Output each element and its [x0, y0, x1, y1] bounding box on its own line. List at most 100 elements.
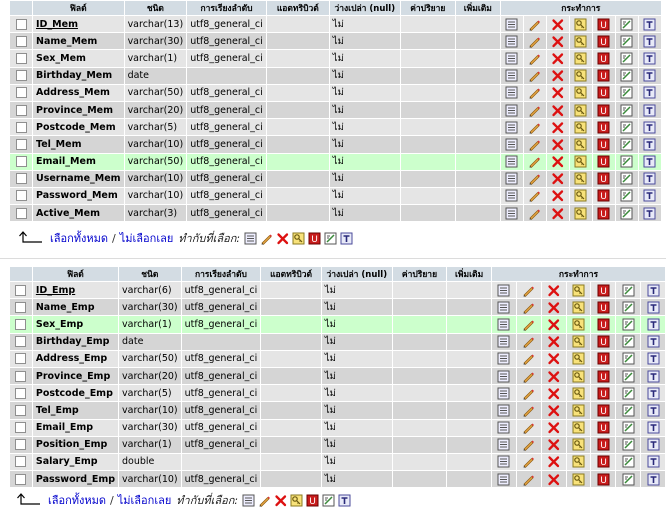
unique-icon[interactable]: U [597, 155, 610, 168]
browse-icon[interactable] [497, 421, 510, 434]
unique-icon[interactable]: U [597, 104, 610, 117]
primary-key-icon[interactable] [574, 172, 587, 185]
delete-icon[interactable] [551, 35, 564, 48]
primary-key-icon[interactable] [572, 404, 585, 417]
index-icon[interactable] [622, 473, 635, 486]
unique-icon[interactable]: U [308, 232, 321, 245]
fulltext-icon[interactable] [647, 387, 660, 400]
header-attributes[interactable]: แอตทริบิวต์ [261, 267, 321, 281]
row-checkbox[interactable] [15, 121, 27, 133]
index-icon[interactable] [620, 189, 633, 202]
fulltext-icon[interactable] [643, 172, 656, 185]
browse-icon[interactable] [242, 494, 255, 507]
row-checkbox[interactable] [15, 173, 27, 185]
primary-key-icon[interactable] [572, 455, 585, 468]
table-row[interactable]: Postcode_Emp varchar(5) utf8_general_ci ไม่… [10, 385, 665, 402]
fulltext-icon[interactable] [643, 52, 656, 65]
unique-icon[interactable]: U [597, 370, 610, 383]
row-checkbox[interactable] [15, 138, 27, 150]
table-row[interactable]: Username_Mem varchar(10) utf8_general_ci ไม… [10, 170, 661, 187]
table-row[interactable]: Tel_Emp varchar(10) utf8_general_ci ไม่ U [10, 402, 665, 419]
primary-key-icon[interactable] [572, 301, 585, 314]
header-attributes[interactable]: แอตทริบิวต์ [266, 1, 329, 15]
index-icon[interactable] [622, 421, 635, 434]
primary-key-icon[interactable] [572, 318, 585, 331]
fulltext-icon[interactable] [647, 335, 660, 348]
primary-key-icon[interactable] [574, 35, 587, 48]
primary-key-icon[interactable] [572, 421, 585, 434]
delete-icon[interactable] [551, 207, 564, 220]
edit-icon[interactable] [528, 52, 541, 65]
unique-icon[interactable]: U [597, 35, 610, 48]
delete-icon[interactable] [547, 421, 560, 434]
unique-icon[interactable]: U [597, 172, 610, 185]
browse-icon[interactable] [497, 473, 510, 486]
browse-icon[interactable] [505, 52, 518, 65]
header-collation[interactable]: การเรียงลำดับ [187, 1, 266, 15]
table-row[interactable]: Address_Mem varchar(50) utf8_general_ci ไม่… [10, 84, 661, 101]
row-checkbox[interactable] [15, 87, 27, 99]
row-checkbox[interactable] [15, 18, 27, 30]
edit-icon[interactable] [528, 207, 541, 220]
table-row[interactable]: Address_Emp varchar(50) utf8_general_ci ไม่… [10, 350, 665, 367]
unique-icon[interactable]: U [597, 421, 610, 434]
browse-icon[interactable] [505, 189, 518, 202]
fulltext-icon[interactable] [338, 494, 351, 507]
uncheck-all-link[interactable]: ไม่เลือกเลย [120, 229, 174, 247]
index-icon[interactable] [620, 155, 633, 168]
edit-icon[interactable] [528, 18, 541, 31]
edit-icon[interactable] [528, 86, 541, 100]
edit-icon[interactable] [522, 370, 535, 383]
browse-icon[interactable] [505, 69, 518, 82]
primary-key-icon[interactable] [572, 352, 585, 365]
unique-icon[interactable]: U [597, 69, 610, 82]
fulltext-icon[interactable] [643, 155, 656, 168]
row-checkbox[interactable] [15, 52, 27, 64]
index-icon[interactable] [620, 104, 633, 117]
table-row[interactable]: Email_Emp varchar(30) utf8_general_ci ไม่ U [10, 419, 665, 436]
browse-icon[interactable] [497, 455, 510, 468]
delete-icon[interactable] [547, 318, 560, 331]
delete-icon[interactable] [547, 284, 560, 297]
delete-icon[interactable] [547, 387, 560, 400]
row-checkbox[interactable] [15, 353, 27, 365]
browse-icon[interactable] [505, 121, 518, 134]
primary-key-icon[interactable] [574, 52, 587, 65]
delete-icon[interactable] [551, 52, 564, 65]
fulltext-icon[interactable] [647, 370, 660, 383]
delete-icon[interactable] [547, 404, 560, 417]
row-checkbox[interactable] [15, 156, 27, 168]
edit-icon[interactable] [522, 284, 535, 297]
unique-icon[interactable]: U [597, 473, 610, 486]
primary-key-icon[interactable] [574, 138, 587, 151]
browse-icon[interactable] [244, 232, 257, 245]
browse-icon[interactable] [505, 18, 518, 31]
index-icon[interactable] [620, 52, 633, 65]
index-icon[interactable] [622, 370, 635, 383]
primary-key-icon[interactable] [574, 155, 587, 168]
primary-key-icon[interactable] [572, 370, 585, 383]
unique-icon[interactable]: U [597, 387, 610, 400]
table-row[interactable]: Birthday_Mem date ไม่ U [10, 67, 661, 84]
browse-icon[interactable] [497, 301, 510, 314]
unique-icon[interactable]: U [597, 318, 610, 331]
table-row[interactable]: Tel_Mem varchar(10) utf8_general_ci ไม่ U [10, 136, 661, 153]
browse-icon[interactable] [497, 438, 510, 451]
header-field[interactable]: ฟิลด์ [33, 1, 124, 15]
header-null[interactable]: ว่างเปล่า (null) [329, 1, 400, 15]
delete-icon[interactable] [551, 18, 564, 31]
unique-icon[interactable]: U [597, 207, 610, 220]
unique-icon[interactable]: U [597, 404, 610, 417]
delete-icon[interactable] [547, 473, 560, 486]
table-row[interactable]: Position_Emp varchar(1) utf8_general_ci ไม่… [10, 436, 665, 453]
index-icon[interactable] [622, 438, 635, 451]
fulltext-icon[interactable] [647, 301, 660, 314]
unique-icon[interactable]: U [597, 86, 610, 99]
table-row[interactable]: Birthday_Emp date ไม่ U [10, 333, 665, 350]
edit-icon[interactable] [258, 494, 271, 507]
index-icon[interactable] [620, 138, 633, 151]
edit-icon[interactable] [528, 172, 541, 186]
fulltext-icon[interactable] [340, 232, 353, 245]
row-checkbox[interactable] [15, 370, 27, 382]
delete-icon[interactable] [551, 138, 564, 151]
